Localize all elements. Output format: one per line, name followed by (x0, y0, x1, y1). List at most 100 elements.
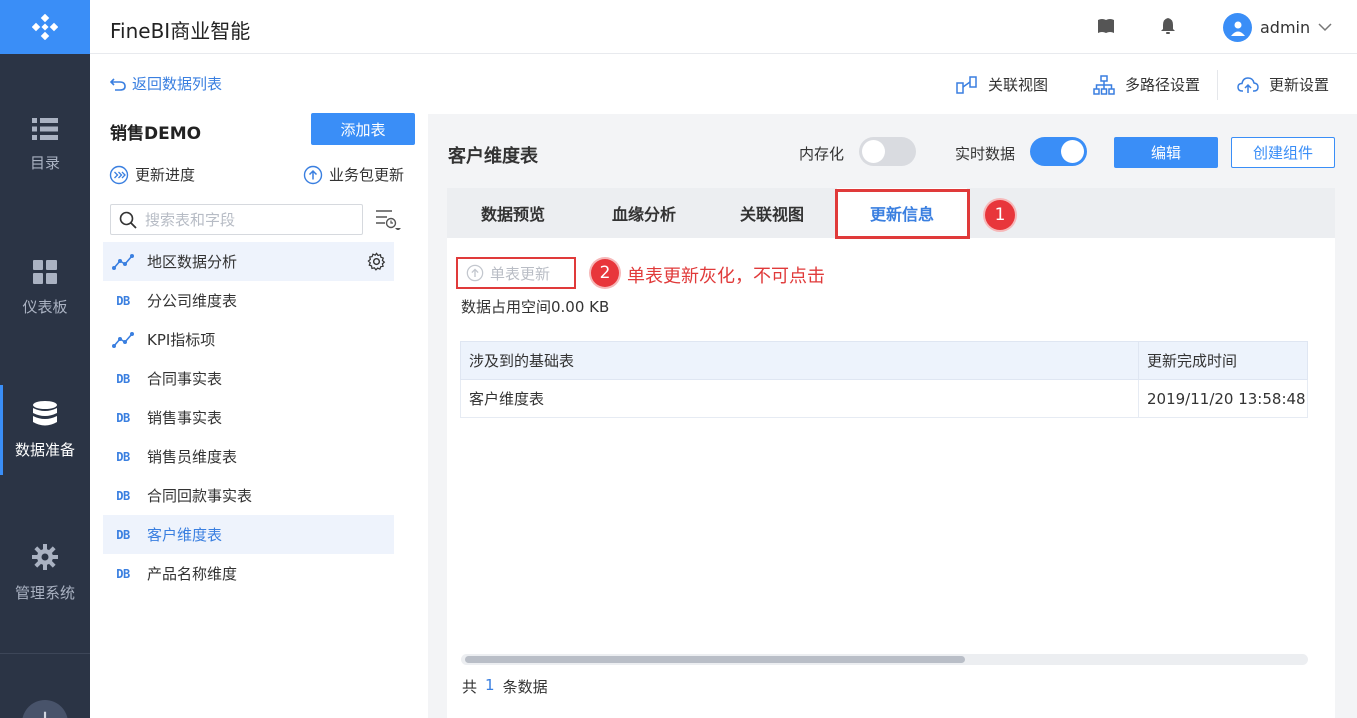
user-icon (1230, 21, 1245, 36)
notification-bell-icon[interactable] (1160, 17, 1176, 35)
tree-item-label: 地区数据分析 (147, 253, 238, 271)
search-icon (119, 211, 137, 229)
in-memory-label: 内存化 (799, 145, 845, 163)
db-icon: DB (116, 527, 130, 542)
toolbar-divider (1217, 70, 1218, 100)
in-memory-toggle[interactable] (859, 137, 916, 166)
tab-data-preview[interactable]: 数据预览 (481, 188, 545, 238)
toggle-knob (1061, 140, 1084, 163)
relation-view-button[interactable]: 关联视图 (956, 74, 1048, 95)
tree-item-label: 分公司维度表 (147, 292, 238, 310)
multipath-settings-label: 多路径设置 (1125, 76, 1201, 94)
package-update-label: 业务包更新 (329, 166, 405, 184)
db-icon: DB (116, 566, 130, 581)
tree-item-salesperson-dimension[interactable]: DB 销售员维度表 (103, 437, 394, 476)
tree-item-contract-payment-fact[interactable]: DB 合同回款事实表 (103, 476, 394, 515)
tree-item-contract-fact[interactable]: DB 合同事实表 (103, 359, 394, 398)
total-count: 共 1 条数据 (462, 676, 548, 697)
db-icon: DB (116, 449, 130, 464)
upload-circle-icon (303, 165, 323, 184)
tree-item-product-name-dimension[interactable]: DB 产品名称维度 (103, 554, 394, 593)
annotation-box-1 (835, 189, 970, 239)
tree-item-label: 合同回款事实表 (147, 487, 253, 505)
scrollbar-thumb[interactable] (465, 656, 965, 663)
back-to-list-link[interactable]: 返回数据列表 (110, 73, 222, 94)
plus-icon: + (34, 700, 56, 718)
relation-view-label: 关联视图 (988, 76, 1049, 94)
annotation-box-2 (456, 257, 576, 289)
db-icon: DB (116, 410, 130, 425)
total-suffix: 条数据 (502, 678, 548, 696)
database-icon (33, 400, 57, 425)
tree-item-label: 销售事实表 (147, 409, 223, 427)
tree-item-label: 客户维度表 (147, 526, 223, 544)
tree-item-region-analysis[interactable]: 地区数据分析 (103, 242, 394, 281)
rail-divider (0, 653, 90, 654)
analysis-icon (111, 253, 135, 270)
add-button[interactable]: + (22, 700, 68, 718)
cell-update-time: 2019/11/20 13:58:48 (1138, 379, 1308, 418)
cell-base-table: 客户维度表 (460, 379, 1139, 418)
avatar (1223, 13, 1252, 42)
nav-catalog[interactable]: 目录 (0, 100, 90, 190)
table-header-row: 涉及到的基础表 更新完成时间 (460, 341, 1308, 380)
tab-relation-view[interactable]: 关联视图 (740, 188, 804, 238)
left-nav-rail: 目录 仪表板 数据准备 管理系统 + (0, 0, 90, 718)
col-header-update-time: 更新完成时间 (1138, 341, 1308, 380)
update-progress-link[interactable]: 更新进度 (109, 164, 195, 185)
realtime-toggle[interactable] (1030, 137, 1087, 166)
package-name: 销售DEMO (110, 124, 202, 144)
package-update-link[interactable]: 业务包更新 (303, 164, 404, 185)
multipath-settings-button[interactable]: 多路径设置 (1093, 74, 1200, 95)
update-progress-label: 更新进度 (135, 166, 196, 184)
tree-item-kpi[interactable]: KPI指标项 (103, 320, 394, 359)
toggle-knob (862, 140, 885, 163)
hierarchy-icon (1093, 74, 1115, 95)
tree-item-sales-fact[interactable]: DB 销售事实表 (103, 398, 394, 437)
total-number: 1 (485, 676, 495, 694)
gear-icon (32, 543, 58, 570)
dashboard-icon (33, 259, 57, 284)
username: admin (1260, 18, 1311, 37)
chevron-down-icon (1318, 23, 1332, 32)
create-component-button[interactable]: 创建组件 (1231, 137, 1335, 168)
tree-item-label: 合同事实表 (147, 370, 223, 388)
edit-button[interactable]: 编辑 (1114, 137, 1218, 168)
horizontal-scrollbar[interactable] (461, 654, 1308, 665)
cloud-sync-icon (1237, 76, 1259, 93)
table-tree: 地区数据分析 DB 分公司维度表 KPI指标项 DB 合同事实表 DB 销售事实… (103, 242, 394, 593)
help-book-icon[interactable] (1097, 17, 1115, 35)
settings-gear-icon[interactable] (367, 252, 386, 271)
search-input[interactable] (145, 210, 345, 229)
base-tables-table: 涉及到的基础表 更新完成时间 客户维度表 2019/11/20 13:58:48 (460, 341, 1308, 418)
realtime-label: 实时数据 (955, 145, 1016, 163)
user-menu[interactable]: admin (1223, 13, 1332, 42)
app-logo[interactable] (0, 0, 90, 54)
filter-sort-icon[interactable] (375, 208, 401, 230)
table-title: 客户维度表 (448, 146, 538, 167)
app-title: FineBI商业智能 (110, 19, 251, 43)
add-table-button[interactable]: 添加表 (311, 113, 415, 145)
nav-dashboard-label: 仪表板 (22, 297, 68, 316)
db-icon: DB (116, 488, 130, 503)
tree-item-branch-dimension[interactable]: DB 分公司维度表 (103, 281, 394, 320)
nav-admin-label: 管理系统 (14, 583, 75, 602)
nav-data-prep-label: 数据准备 (14, 440, 75, 459)
top-bar: FineBI商业智能 admin (90, 0, 1357, 54)
list-icon (32, 117, 58, 140)
db-icon: DB (116, 293, 130, 308)
table-row: 客户维度表 2019/11/20 13:58:48 (460, 379, 1308, 418)
tab-lineage[interactable]: 血缘分析 (612, 188, 676, 238)
progress-icon (109, 165, 129, 184)
update-settings-label: 更新设置 (1269, 76, 1330, 94)
back-to-list-label: 返回数据列表 (132, 75, 223, 93)
storage-usage-text: 数据占用空间0.00 KB (461, 298, 610, 316)
nav-dashboard[interactable]: 仪表板 (0, 243, 90, 333)
nav-data-prep[interactable]: 数据准备 (0, 385, 90, 475)
total-prefix: 共 (462, 678, 478, 696)
tree-item-customer-dimension[interactable]: DB 客户维度表 (103, 515, 394, 554)
update-settings-button[interactable]: 更新设置 (1237, 74, 1329, 95)
tree-item-label: KPI指标项 (147, 331, 216, 349)
tree-item-label: 产品名称维度 (147, 565, 238, 583)
nav-admin[interactable]: 管理系统 (0, 528, 90, 618)
